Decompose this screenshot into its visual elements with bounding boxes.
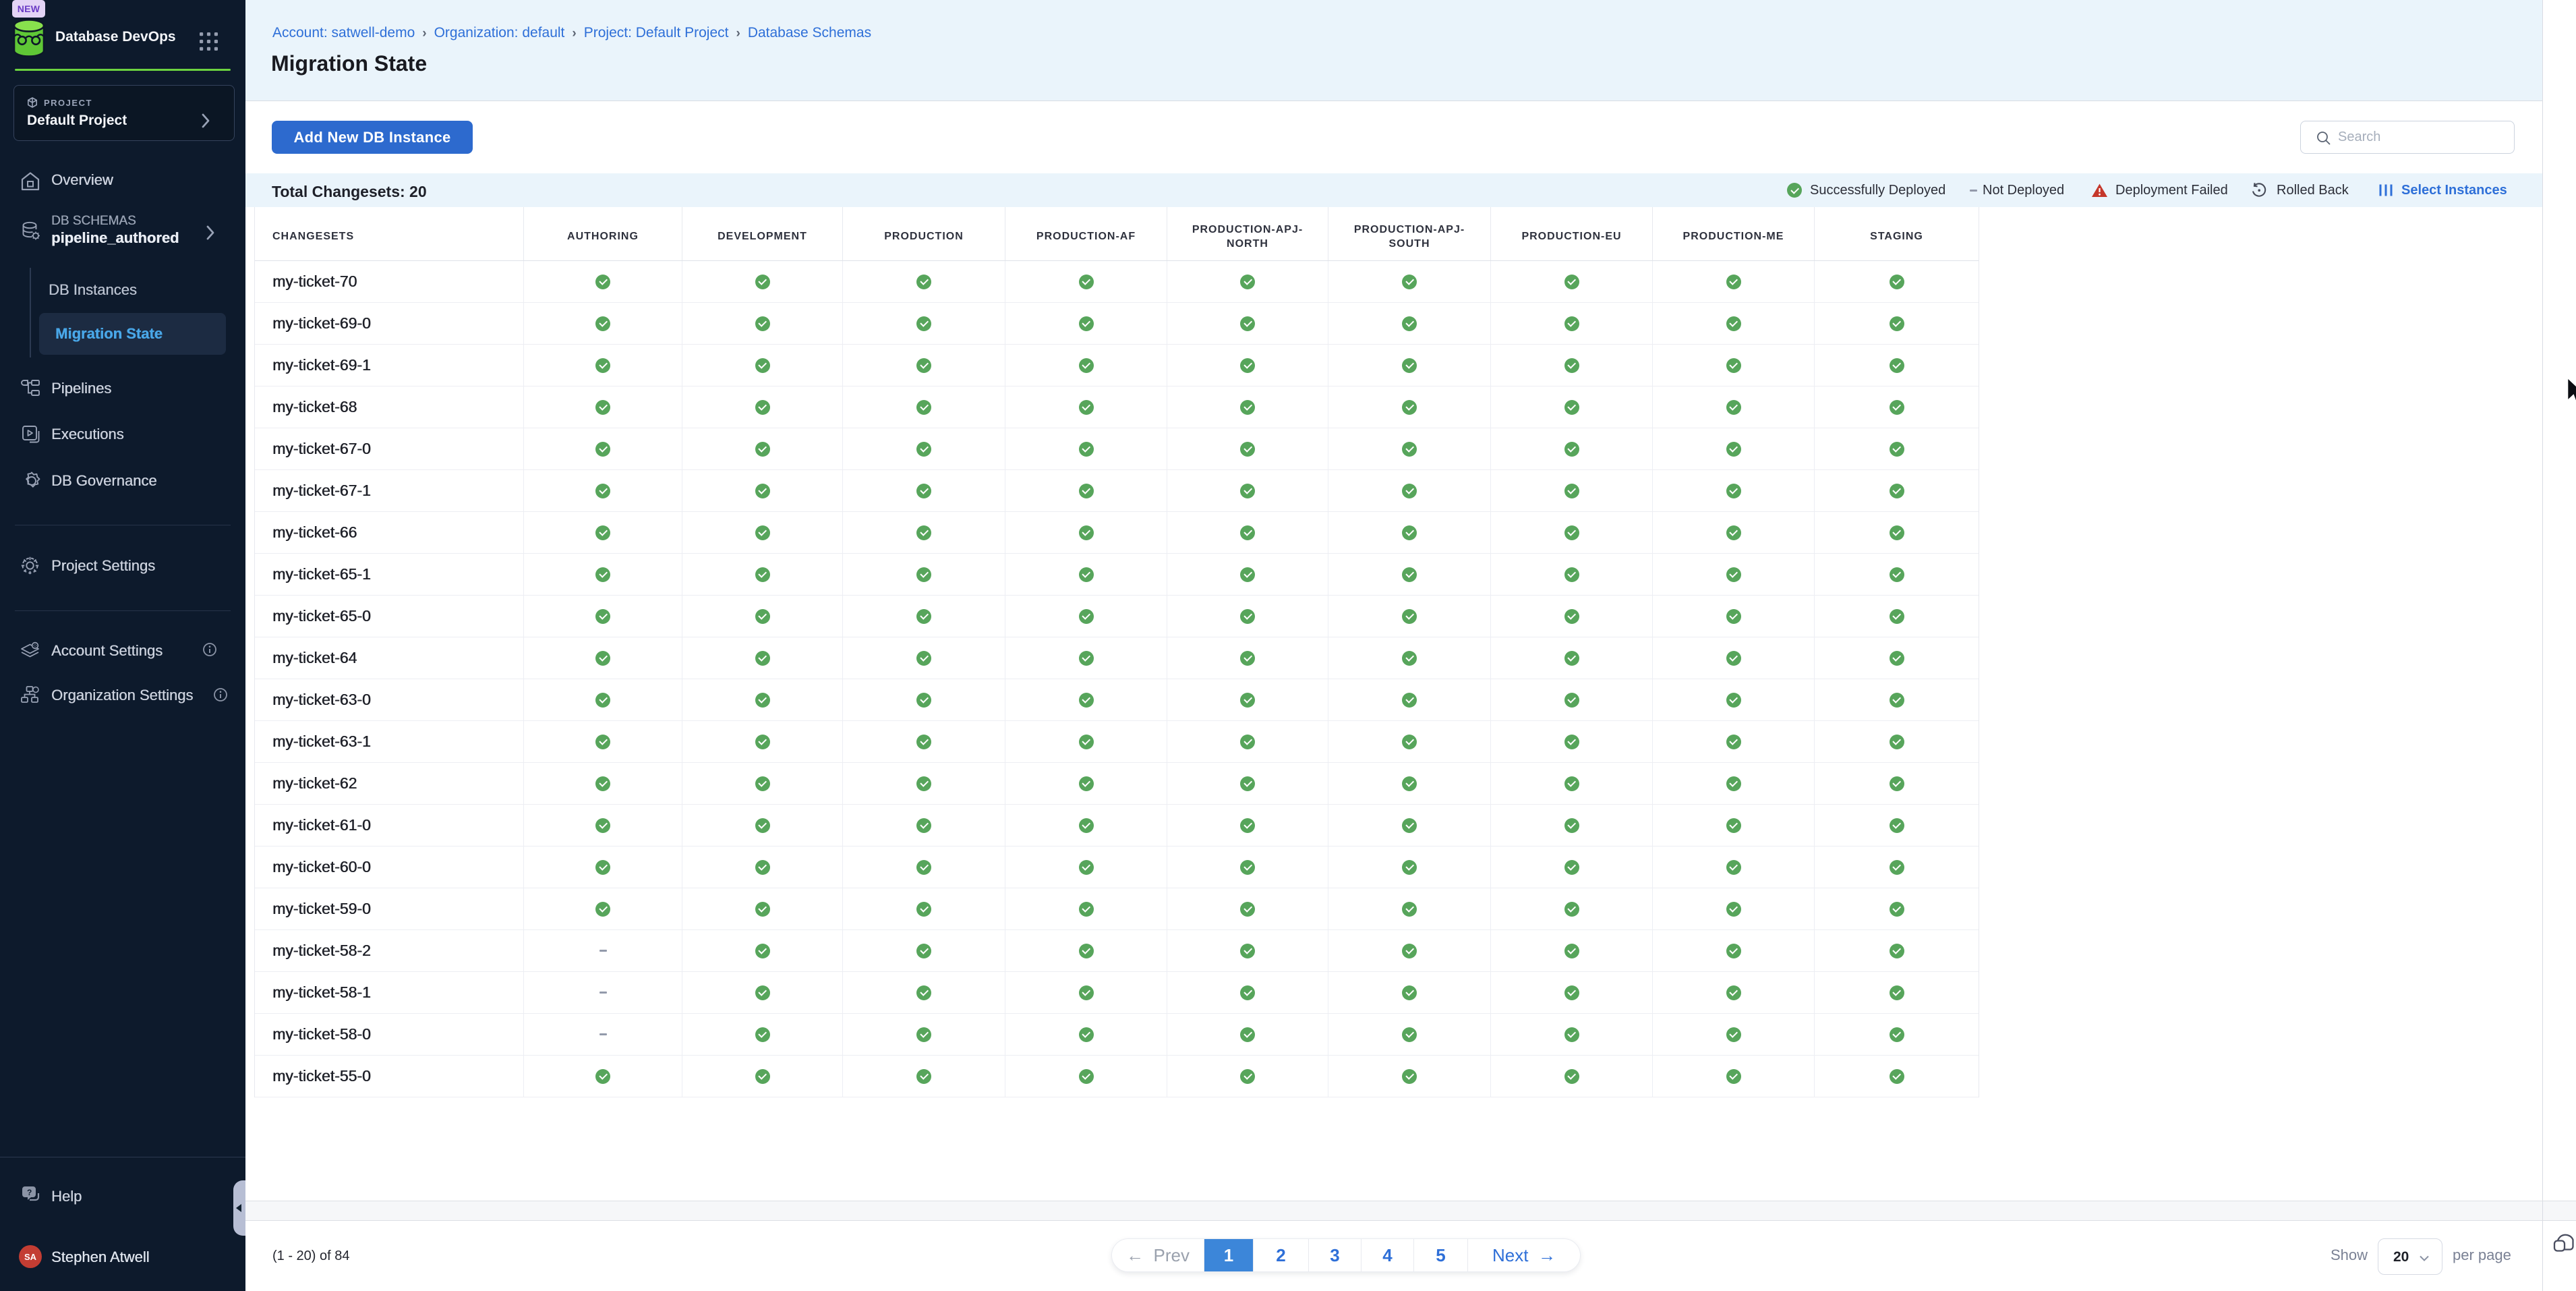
svg-text:?: ? — [27, 1188, 32, 1197]
